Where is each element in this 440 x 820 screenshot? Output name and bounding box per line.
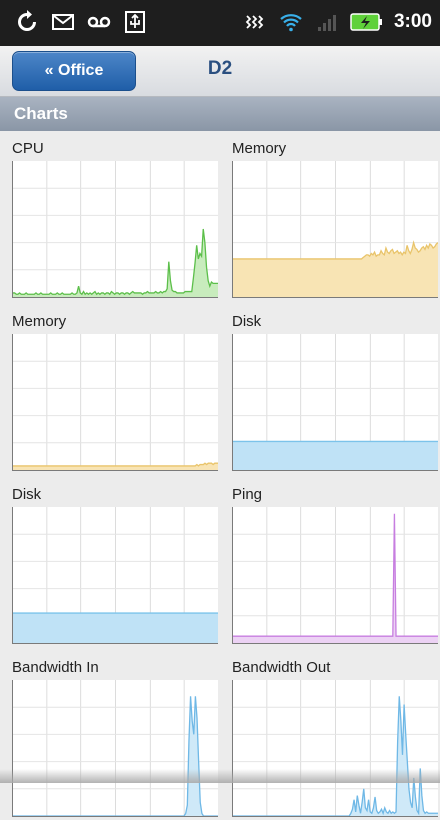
chart-card[interactable]: Disk (232, 304, 440, 474)
chart-title: Bandwidth In (12, 659, 99, 676)
wifi-icon (278, 10, 304, 34)
chart-title: CPU (12, 140, 44, 157)
chart-plot (12, 161, 218, 298)
title-bar: « Office D2 (0, 46, 440, 97)
chart-plot (12, 680, 218, 817)
chart-svg (13, 680, 218, 816)
charts-grid: CPU Memory Memory Disk Disk Ping Bandwid… (0, 131, 440, 817)
chart-plot (232, 680, 438, 817)
status-right: 3:00 (242, 10, 432, 34)
chart-card[interactable]: Disk (12, 477, 224, 647)
chart-svg (13, 161, 218, 297)
chart-svg (13, 507, 218, 643)
chart-card[interactable]: Bandwidth In (12, 650, 224, 820)
chart-plot (12, 507, 218, 644)
chart-svg (233, 507, 438, 643)
page-title: D2 (207, 58, 233, 79)
section-header: Charts (0, 97, 440, 131)
status-bar: 3:00 (0, 0, 440, 46)
status-left (14, 10, 148, 34)
chart-svg (233, 161, 438, 297)
chart-title: Disk (12, 486, 42, 503)
voicemail-icon (86, 10, 112, 34)
bottom-scroll-fade (0, 769, 440, 783)
clock: 3:00 (393, 11, 432, 32)
chart-plot (232, 507, 438, 644)
chart-title: Memory (12, 313, 67, 330)
battery-charging-icon (350, 10, 384, 34)
chart-plot (12, 334, 218, 471)
chart-plot (232, 334, 438, 471)
sync-icon (14, 10, 40, 34)
vibrate-icon (242, 10, 268, 34)
chart-svg (233, 680, 438, 816)
chart-title: Ping (232, 486, 263, 503)
chart-svg (13, 334, 218, 470)
chart-svg (233, 334, 438, 470)
chart-card[interactable]: Memory (232, 131, 440, 301)
gmail-icon (50, 10, 76, 34)
usb-icon (122, 10, 148, 34)
chart-title: Bandwidth Out (232, 659, 331, 676)
series-area (233, 441, 438, 470)
series-area (13, 613, 218, 643)
signal-icon (314, 10, 340, 34)
chart-title: Memory (232, 140, 287, 157)
chart-card[interactable]: Ping (232, 477, 440, 647)
chart-card[interactable]: CPU (12, 131, 224, 301)
chart-card[interactable]: Bandwidth Out (232, 650, 440, 820)
chart-title: Disk (232, 313, 262, 330)
chart-plot (232, 161, 438, 298)
chart-card[interactable]: Memory (12, 304, 224, 474)
